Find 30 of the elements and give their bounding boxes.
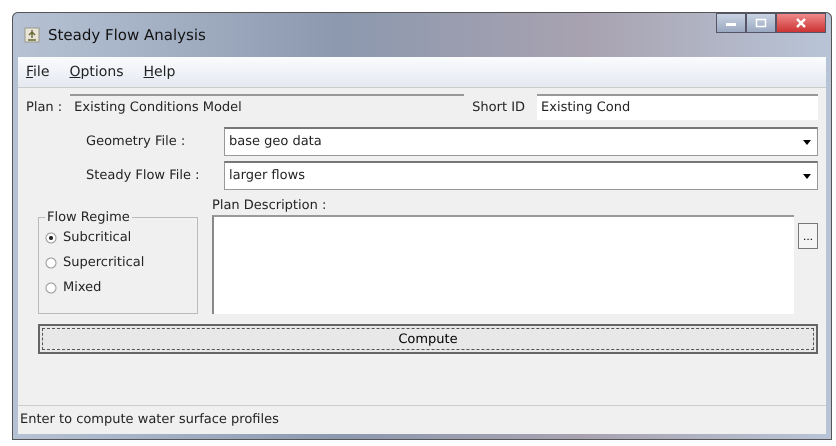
select-label: Steady Flow File : (85, 168, 200, 182)
minimize-button[interactable] (716, 13, 746, 33)
ellipsis-button[interactable]: ... (798, 223, 818, 249)
radio-button[interactable] (45, 256, 57, 268)
maximize-button[interactable] (746, 13, 776, 33)
plan-label: Plan : (26, 100, 62, 114)
select-label: Geometry File : (85, 134, 186, 148)
radio-label: Supercritical (63, 255, 144, 270)
close-button[interactable] (776, 13, 826, 33)
radio-label: Subcritical (63, 230, 132, 245)
file-dropdown[interactable]: base geo data (224, 126, 818, 156)
compute-button[interactable]: Compute (38, 324, 818, 354)
menu-item[interactable]: File (26, 64, 50, 80)
radio-button[interactable] (45, 232, 57, 244)
short-id-field[interactable]: Existing Cond (537, 94, 818, 120)
app-icon (24, 27, 40, 43)
radio-label: Mixed (63, 280, 102, 295)
radio-button[interactable] (45, 282, 57, 294)
group-title: Flow Regime (46, 210, 131, 225)
short-id-label: Short ID (472, 100, 526, 114)
maximize-icon (755, 18, 767, 28)
window-title: Steady Flow Analysis (48, 26, 206, 44)
menu-item[interactable]: Options (69, 64, 124, 80)
close-icon (795, 17, 807, 29)
description-field[interactable] (212, 215, 794, 314)
menu-item[interactable]: Help (143, 64, 176, 80)
file-dropdown[interactable]: larger flows (224, 160, 818, 190)
plan-field[interactable]: Existing Conditions Model (70, 94, 464, 120)
status-bar: Enter to compute water surface profiles (18, 405, 826, 434)
plan-description-label: Plan Description : (212, 198, 328, 213)
